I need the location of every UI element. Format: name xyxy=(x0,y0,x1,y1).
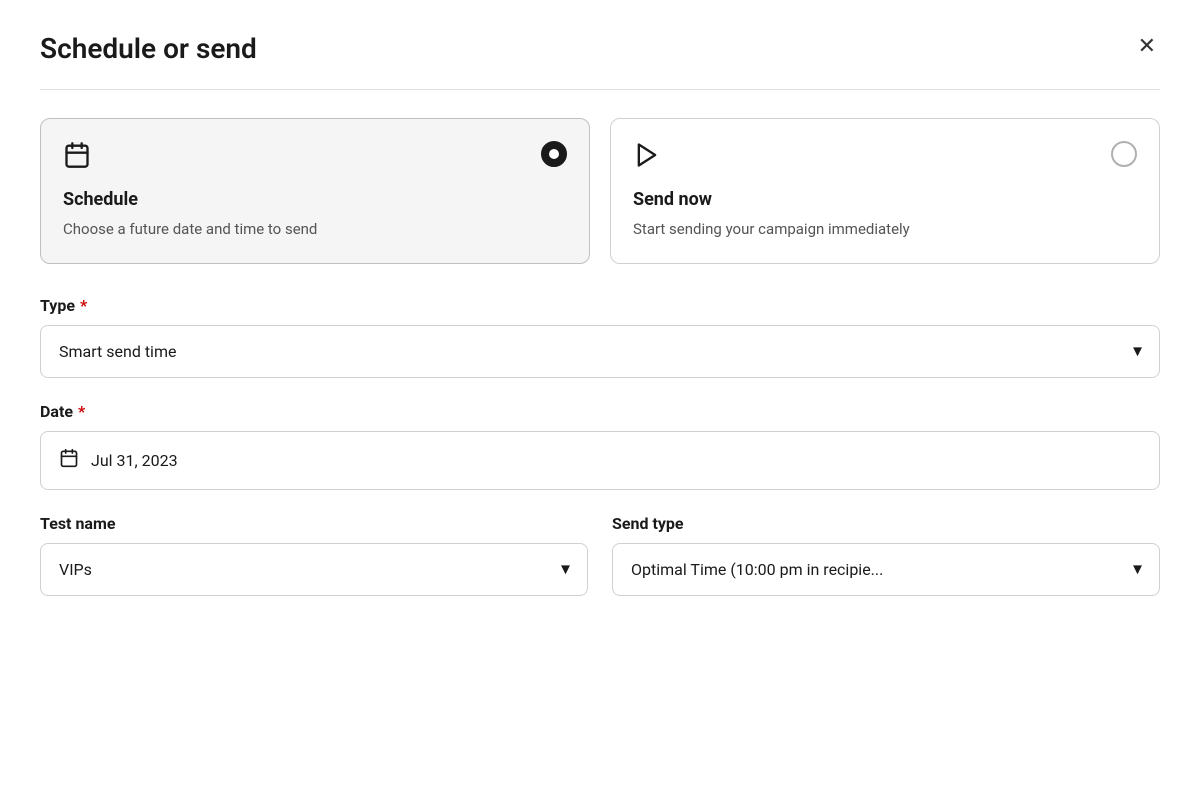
send-icon xyxy=(633,141,661,175)
type-select-wrapper: Smart send time Scheduled Time Zone Base… xyxy=(40,325,1160,378)
type-select[interactable]: Smart send time Scheduled Time Zone Base… xyxy=(40,325,1160,378)
date-input[interactable]: Jul 31, 2023 xyxy=(40,431,1160,490)
date-label: Date * xyxy=(40,402,1160,421)
type-section: Type * Smart send time Scheduled Time Zo… xyxy=(40,296,1160,378)
schedule-option-card[interactable]: Schedule Choose a future date and time t… xyxy=(40,118,590,264)
send-now-card-top xyxy=(633,141,1137,175)
close-icon: ✕ xyxy=(1138,34,1156,59)
test-name-label: Test name xyxy=(40,514,588,533)
send-now-radio[interactable] xyxy=(1111,141,1137,167)
schedule-description: Choose a future date and time to send xyxy=(63,218,567,241)
test-name-select-wrapper: VIPs All Subscribers New Customers ▾ xyxy=(40,543,588,596)
close-button[interactable]: ✕ xyxy=(1134,32,1160,62)
calendar-small-icon xyxy=(59,448,79,473)
options-row: Schedule Choose a future date and time t… xyxy=(40,118,1160,264)
test-name-select[interactable]: VIPs All Subscribers New Customers xyxy=(40,543,588,596)
date-value: Jul 31, 2023 xyxy=(91,451,178,470)
type-required-star: * xyxy=(80,296,87,315)
schedule-card-top xyxy=(63,141,567,175)
send-type-select[interactable]: Optimal Time (10:00 pm in recipie... Fix… xyxy=(612,543,1160,596)
modal-title: Schedule or send xyxy=(40,32,257,65)
modal-header: Schedule or send ✕ xyxy=(40,32,1160,65)
test-name-section: Test name VIPs All Subscribers New Custo… xyxy=(40,514,588,596)
schedule-radio[interactable] xyxy=(541,141,567,167)
send-type-section: Send type Optimal Time (10:00 pm in reci… xyxy=(612,514,1160,596)
date-section: Date * Jul 31, 2023 xyxy=(40,402,1160,490)
schedule-or-send-modal: Schedule or send ✕ Schedule Choo xyxy=(0,0,1200,808)
send-now-option-card[interactable]: Send now Start sending your campaign imm… xyxy=(610,118,1160,264)
send-type-select-wrapper: Optimal Time (10:00 pm in recipie... Fix… xyxy=(612,543,1160,596)
schedule-title: Schedule xyxy=(63,189,567,210)
send-now-description: Start sending your campaign immediately xyxy=(633,218,1137,241)
date-required-star: * xyxy=(78,402,85,421)
header-divider xyxy=(40,89,1160,90)
type-label: Type * xyxy=(40,296,1160,315)
send-now-title: Send now xyxy=(633,189,1137,210)
calendar-icon xyxy=(63,141,91,175)
send-type-label: Send type xyxy=(612,514,1160,533)
bottom-row: Test name VIPs All Subscribers New Custo… xyxy=(40,514,1160,620)
